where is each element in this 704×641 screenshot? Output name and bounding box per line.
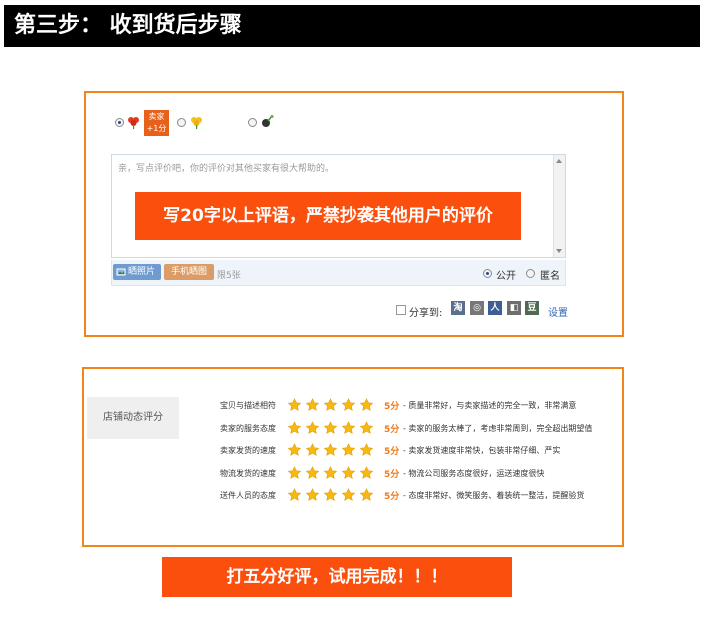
rating-row-label: 卖家发货的速度 (220, 446, 276, 455)
star-icon[interactable] (305, 420, 320, 434)
star-icon[interactable] (323, 465, 338, 479)
seller-badge-line2: +1分 (146, 124, 167, 133)
weibo-share-icon[interactable]: ◎ (470, 301, 484, 315)
star-icon[interactable] (359, 397, 374, 411)
star-icon[interactable] (305, 442, 320, 456)
star-icon[interactable] (341, 397, 356, 411)
scroll-down-arrow-icon[interactable] (556, 249, 562, 253)
star-icon[interactable] (341, 487, 356, 501)
star-icon[interactable] (341, 442, 356, 456)
star-icon[interactable] (287, 487, 302, 501)
taobao-share-icon[interactable]: 淘 (451, 301, 465, 315)
store-rating-title: 店铺动态评分 (87, 397, 179, 439)
rating-stars[interactable] (287, 487, 374, 501)
review-placeholder: 亲，写点评价吧，你的评价对其他买家有很大帮助的。 (118, 164, 335, 174)
star-icon[interactable] (323, 420, 338, 434)
rating-stars[interactable] (287, 465, 374, 479)
photo-limit-text: 限5张 (217, 271, 241, 281)
share-checkbox[interactable] (396, 305, 406, 315)
rating-score: 5分 (384, 424, 400, 435)
rating-bad-radio[interactable] (248, 118, 257, 127)
store-rating-panel (82, 367, 624, 547)
rating-good-radio[interactable] (115, 118, 124, 127)
seller-badge-line1: 卖家 (148, 112, 165, 121)
rating-stars[interactable] (287, 420, 374, 434)
rating-row-label: 卖家的服务态度 (220, 423, 276, 433)
yellow-flower-icon (191, 117, 202, 129)
anonymous-label: 匿名 (540, 271, 560, 282)
star-icon[interactable] (323, 397, 338, 411)
star-icon[interactable] (323, 442, 338, 456)
renren-share-icon[interactable]: 人 (488, 301, 502, 315)
completion-banner: 打五分好评，试用完成！！！ (162, 557, 512, 597)
upload-photo-label: 晒照片 (128, 267, 156, 277)
share-label: 分享到: (409, 308, 443, 319)
kaixin-share-icon[interactable]: ◧ (507, 301, 521, 315)
star-icon[interactable] (305, 397, 320, 411)
star-icon[interactable] (287, 420, 302, 434)
rating-stars[interactable] (287, 442, 374, 456)
rating-score: 5分 (384, 492, 400, 502)
upload-photo-button[interactable]: 晒照片 (113, 264, 161, 280)
rating-description: - 物流公司服务态度很好，运送速度很快 (403, 468, 545, 478)
photo-icon (116, 268, 126, 276)
anonymous-radio[interactable] (526, 269, 535, 278)
star-icon[interactable] (359, 420, 374, 434)
rating-neutral-radio[interactable] (177, 118, 186, 127)
rating-score: 5分 (384, 469, 400, 480)
star-icon[interactable] (359, 487, 374, 501)
rating-score: 5分 (384, 447, 400, 457)
scroll-up-arrow-icon[interactable] (556, 159, 562, 163)
rating-stars[interactable] (287, 397, 374, 411)
share-settings-link[interactable]: 设置 (548, 304, 568, 319)
rating-row-label: 物流发货的速度 (220, 468, 276, 478)
star-icon[interactable] (287, 465, 302, 479)
star-icon[interactable] (341, 420, 356, 434)
red-flower-icon (128, 117, 139, 129)
rating-description: - 质量非常好，与卖家描述的完全一致，非常满意 (403, 401, 577, 410)
rating-description: - 卖家的服务太棒了，考虑非常周到，完全超出期望值 (403, 423, 593, 433)
rating-description: - 卖家发货速度非常快，包装非常仔细、严实 (403, 446, 561, 455)
star-icon[interactable] (287, 442, 302, 456)
star-icon[interactable] (287, 397, 302, 411)
douban-share-icon[interactable]: 豆 (525, 301, 539, 315)
rating-row-label: 送件人员的态度 (220, 491, 276, 500)
public-label: 公开 (496, 271, 516, 282)
star-icon[interactable] (305, 487, 320, 501)
star-icon[interactable] (305, 465, 320, 479)
rating-row-label: 宝贝与描述相符 (220, 401, 276, 410)
instruction-banner: 写20字以上评语，严禁抄袭其他用户的评价 (135, 192, 521, 240)
rating-score: 5分 (384, 402, 400, 412)
seller-bonus-badge: 卖家 +1分 (144, 110, 169, 136)
withered-flower-icon (262, 115, 274, 127)
star-icon[interactable] (359, 465, 374, 479)
star-icon[interactable] (323, 487, 338, 501)
public-radio[interactable] (483, 269, 492, 278)
star-icon[interactable] (341, 465, 356, 479)
textarea-scrollbar[interactable] (553, 155, 565, 257)
star-icon[interactable] (359, 442, 374, 456)
page-title: 第三步： 收到货后步骤 (4, 5, 700, 47)
rating-description: - 态度非常好、微笑服务、着装统一整洁，提醒验货 (403, 491, 585, 500)
phone-photo-button[interactable]: 手机晒图 (164, 264, 214, 280)
